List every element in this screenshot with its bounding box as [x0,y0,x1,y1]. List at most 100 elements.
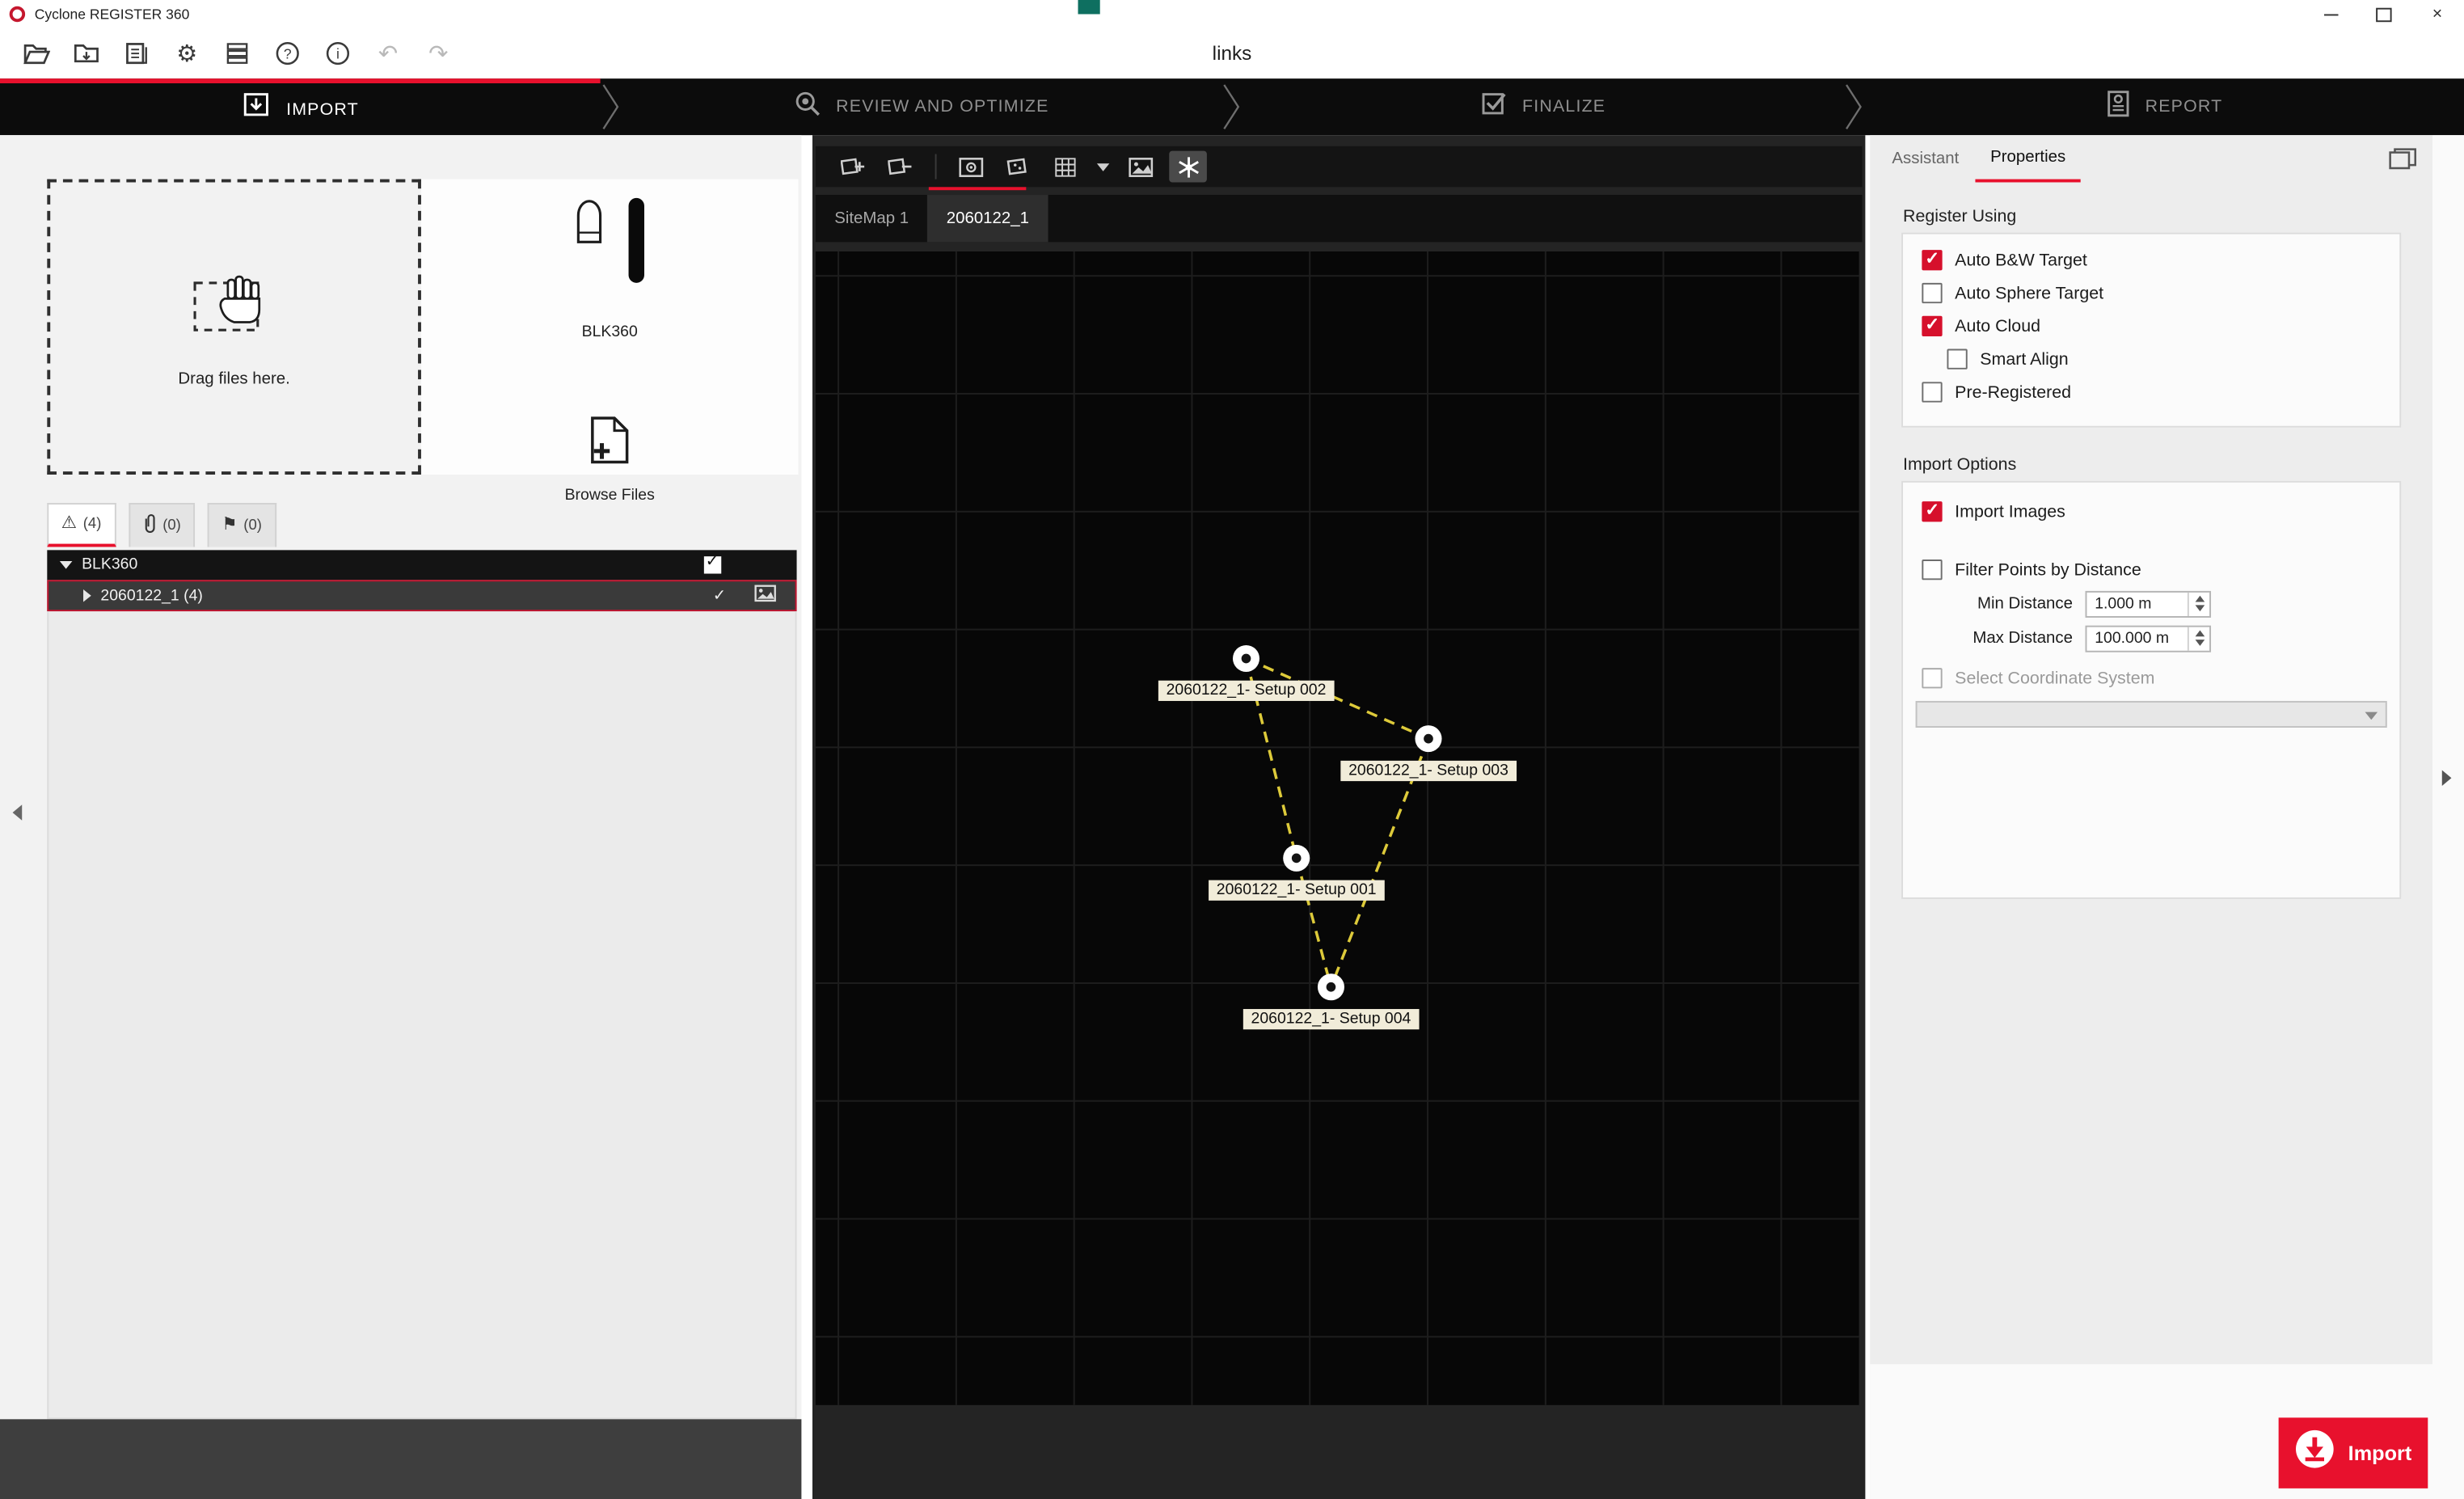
grid-dropdown-icon[interactable] [1094,151,1112,183]
toolbar-separator [935,154,937,179]
checkbox-icon[interactable] [1922,668,1942,688]
pano-image-tool-icon[interactable] [1122,151,1160,183]
panel-expand-icon[interactable] [2442,771,2452,786]
target-view-icon[interactable] [952,151,990,183]
tree-child-check-icon[interactable]: ✓ [713,587,726,604]
links-tool-icon[interactable] [1169,151,1207,183]
option-label: Auto B&W Target [1955,251,2087,269]
min-distance-input[interactable]: 1.000 m [2086,590,2212,617]
stage-separator [600,78,622,135]
stage-finalize-label: FINALIZE [1522,98,1605,116]
max-distance-label: Max Distance [1903,629,2073,648]
stage-report[interactable]: REPORT [1864,78,2464,135]
tab-properties[interactable]: Properties [1975,135,2082,182]
screen-marker [1078,0,1100,14]
option-label: Pre-Registered [1955,382,2071,401]
project-title: links [0,42,2464,64]
sitemap-viewer: SiteMap 1 2060122_1 2060122_1- Setup 002… [812,135,1865,1499]
review-stage-icon [794,89,822,125]
option-auto-cloud[interactable]: Auto Cloud [1903,310,2399,343]
cloud-bundle-icon[interactable] [999,151,1037,183]
left-panel-footer [0,1419,801,1499]
option-label: Auto Cloud [1955,317,2040,336]
setup-link-line [1297,858,1331,986]
option-auto-sphere-target[interactable]: Auto Sphere Target [1903,277,2399,310]
collapse-icon[interactable] [60,561,73,569]
checkbox-icon[interactable] [1922,501,1942,521]
stage-finalize[interactable]: FINALIZE [1243,78,1843,135]
setup-node[interactable] [1318,973,1344,1000]
checkbox-icon[interactable] [1922,283,1942,303]
spinner-arrows-icon[interactable] [2188,592,2209,615]
browse-files-icon[interactable] [588,415,631,473]
tab-attachments[interactable]: (0) [128,503,195,547]
browse-files-label[interactable]: Browse Files [421,488,799,505]
remove-setup-icon[interactable] [882,151,920,183]
grid-icon[interactable] [1047,151,1085,183]
tree-child-row[interactable]: 2060122_1 (4) ✓ [47,580,796,611]
tree-root-row[interactable]: BLK360 [47,550,796,580]
checkbox-icon[interactable] [1922,382,1942,402]
warnings-count: (4) [83,516,102,533]
register-using-card: Auto B&W Target Auto Sphere Target Auto … [1901,233,2401,428]
import-button[interactable]: Import [2279,1417,2428,1488]
expand-icon[interactable] [83,589,91,602]
import-options-card: Import Images Filter Points by Distance … [1901,481,2401,899]
checkbox-icon[interactable] [1922,250,1942,270]
tab-sitemap-1[interactable]: SiteMap 1 [816,195,928,242]
add-setup-icon[interactable] [834,151,872,183]
max-distance-input[interactable]: 100.000 m [2086,625,2212,652]
coordinate-system-dropdown[interactable] [1916,701,2387,728]
flag-icon: ⚑ [222,517,237,534]
setup-node[interactable] [1415,725,1441,752]
maximize-button[interactable] [2357,0,2411,28]
blk360-device-icon[interactable] [572,198,607,253]
maximize-icon [2376,7,2391,21]
checkbox-icon[interactable] [1947,349,1967,369]
stage-import[interactable]: IMPORT [0,78,600,135]
setup-label[interactable]: 2060122_1- Setup 001 [1209,880,1384,901]
stage-review-and-optimize[interactable]: REVIEW AND OPTIMIZE [622,78,1221,135]
checkbox-icon[interactable] [1922,316,1942,336]
setup-node[interactable] [1283,845,1310,872]
drag-files-icon [192,266,276,346]
checkbox-icon[interactable] [1922,559,1942,580]
layout-windows-icon[interactable] [2389,148,2417,178]
option-auto-bw-target[interactable]: Auto B&W Target [1903,243,2399,277]
tree-root-checkbox[interactable] [704,556,721,573]
spinner-arrows-icon[interactable] [2188,627,2209,650]
setup-label[interactable]: 2060122_1- Setup 002 [1158,681,1334,701]
minimize-button[interactable] [2304,0,2357,28]
sitemap-canvas[interactable]: 2060122_1- Setup 002 2060122_1- Setup 003… [816,251,1859,1405]
option-import-images[interactable]: Import Images [1903,495,2399,528]
close-button[interactable]: × [2411,0,2464,28]
active-tab-indicator [929,187,1027,190]
links-layer [816,251,1859,1405]
setup-node[interactable] [1233,645,1259,672]
blk360-device-photo[interactable] [629,198,644,283]
tab-2060122-1[interactable]: 2060122_1 [927,195,1048,242]
pano-image-icon[interactable] [754,585,776,606]
titlebar: Cyclone REGISTER 360 × [0,0,2464,28]
import-stage-icon [241,91,272,128]
tab-warnings[interactable]: ⚠ (4) [47,503,116,547]
option-filter-points[interactable]: Filter Points by Distance [1903,553,2399,586]
stage-review-label: REVIEW AND OPTIMIZE [836,98,1048,116]
panel-collapse-icon[interactable] [13,804,23,820]
setup-label[interactable]: 2060122_1- Setup 004 [1243,1009,1419,1029]
min-distance-label: Min Distance [1903,594,2073,613]
drag-files-dropzone[interactable]: Drag files here. [47,179,421,475]
max-distance-row: Max Distance 100.000 m [1903,621,2399,656]
register-using-title: Register Using [1903,208,2016,226]
option-pre-registered[interactable]: Pre-Registered [1903,376,2399,409]
option-label: Auto Sphere Target [1955,284,2103,302]
option-label: Filter Points by Distance [1955,560,2141,579]
tab-assistant[interactable]: Assistant [1876,135,1975,182]
setup-label[interactable]: 2060122_1- Setup 003 [1340,761,1516,781]
option-smart-align[interactable]: Smart Align [1903,343,2399,376]
tab-scenes[interactable]: ⚑ (0) [208,503,276,547]
workflow-ribbon: IMPORT REVIEW AND OPTIMIZE FINALIZE REPO… [0,78,2464,135]
import-methods-card: BLK360 Browse Files [421,179,799,475]
option-select-coordinate-system[interactable]: Select Coordinate System [1903,661,2399,695]
tree-root-label: BLK360 [82,556,137,573]
